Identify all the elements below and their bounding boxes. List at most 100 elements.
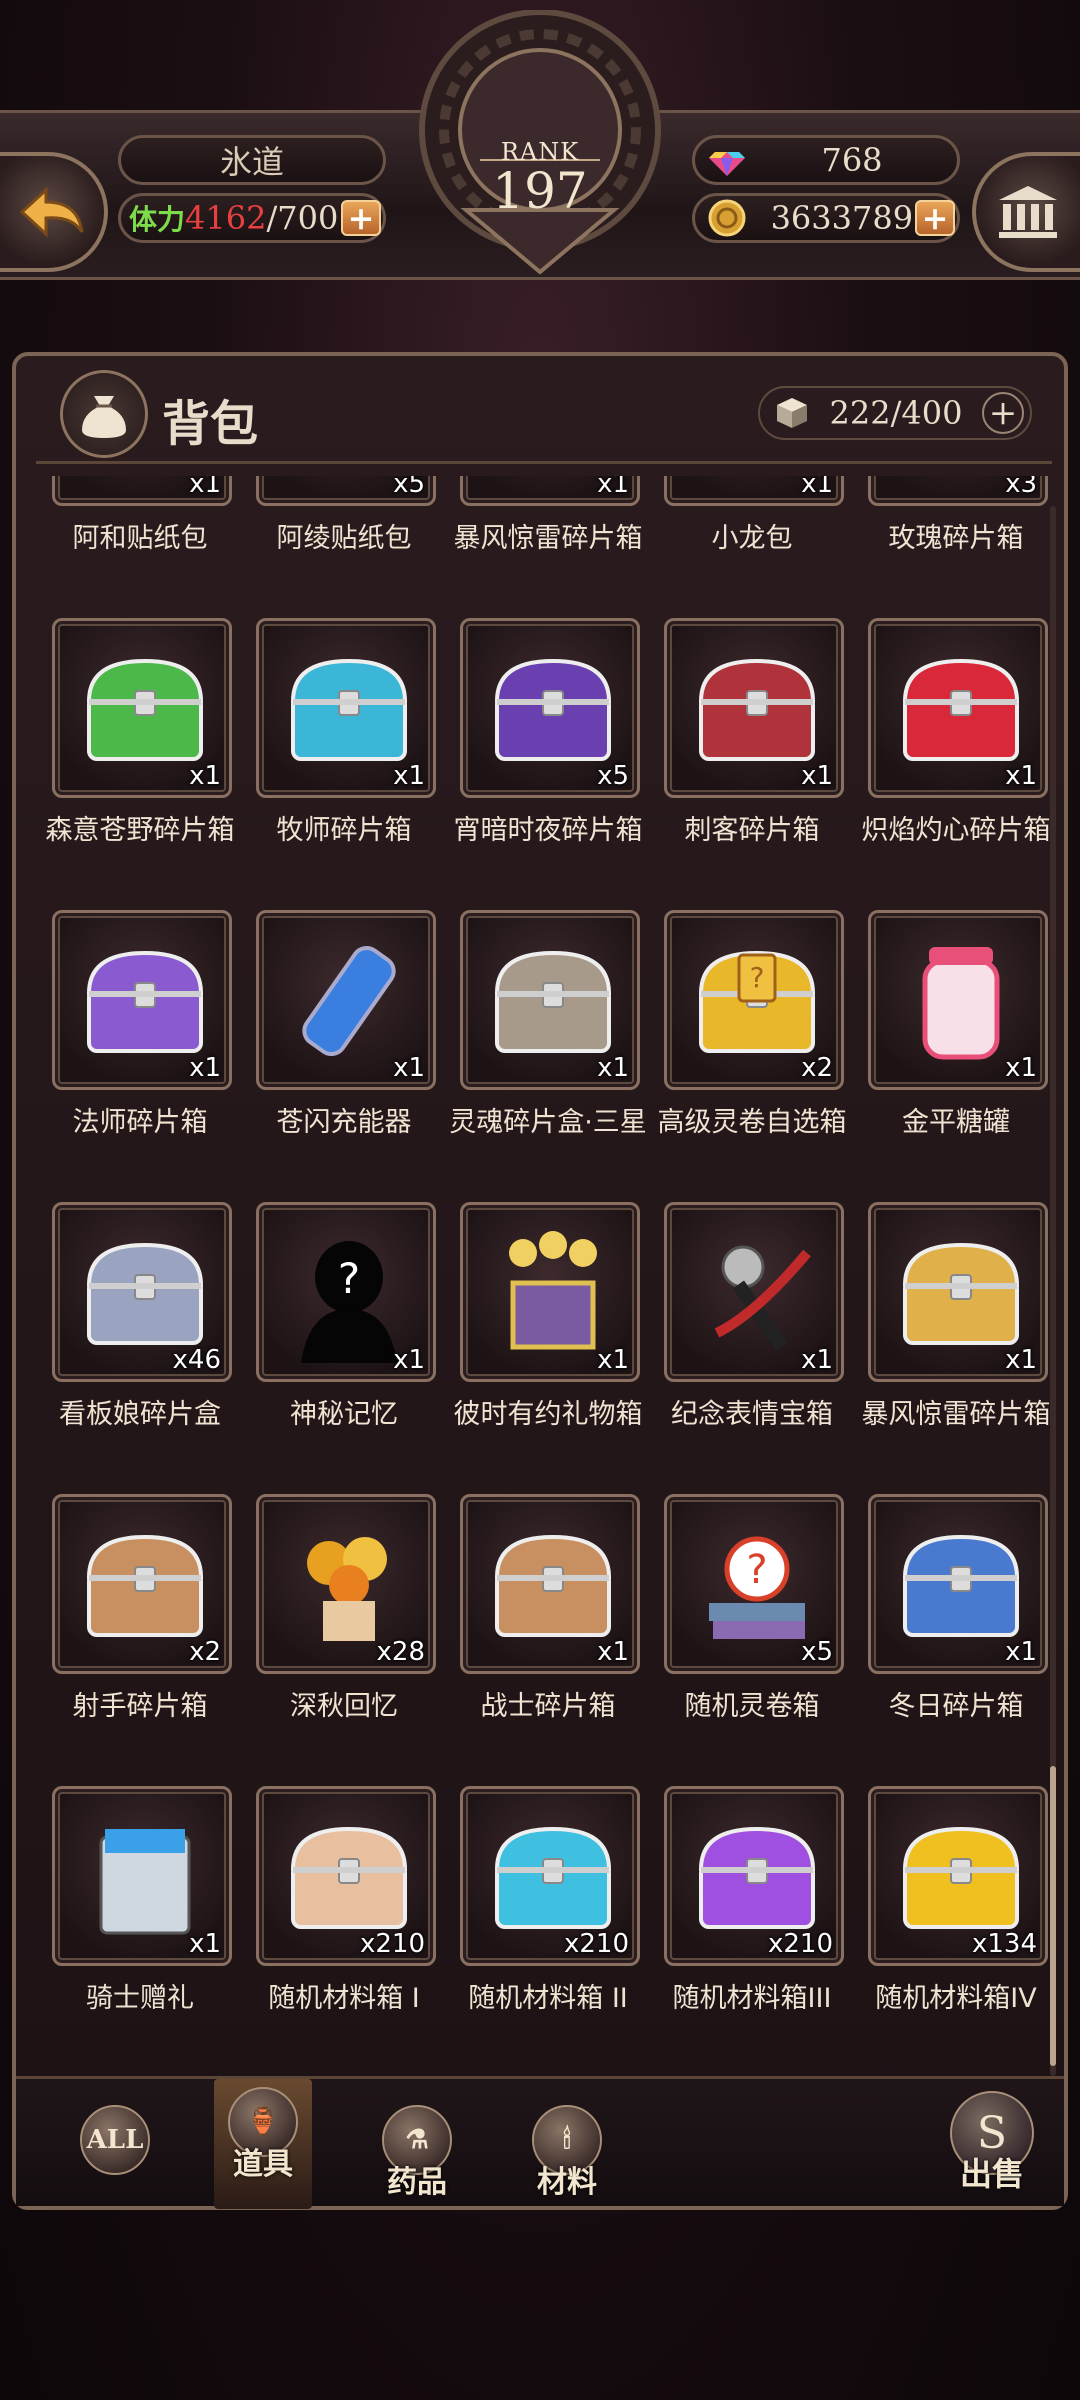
item-tile[interactable]: ? x2: [664, 910, 844, 1090]
item-slot[interactable]: ? x2 高级灵卷自选箱: [650, 910, 854, 1148]
item-tile[interactable]: x1: [256, 618, 436, 798]
item-tile[interactable]: x5: [256, 476, 436, 506]
item-slot[interactable]: ? x1 神秘记忆: [242, 1202, 446, 1440]
item-tile[interactable]: x1: [460, 1202, 640, 1382]
item-tile[interactable]: x134: [868, 1786, 1048, 1966]
item-tile[interactable]: ? x1: [256, 1202, 436, 1382]
flower-bouquet-icon: [307, 1537, 387, 1641]
item-tile[interactable]: x2: [52, 1494, 232, 1674]
item-grid-viewport[interactable]: x1 阿和贴纸包 x5 阿绫贴纸包 x1 暴风惊雷碎片箱 x1 小龙包 x3 玫瑰碎片箱 x1 森意苍…: [16, 476, 1064, 2076]
item-quantity: x46: [172, 1345, 221, 1375]
item-slot[interactable]: x1 小龙包: [650, 476, 854, 564]
tab-materials-label: 材料: [537, 2165, 597, 2200]
item-slot[interactable]: x1 苍闪充能器: [242, 910, 446, 1148]
gem-icon: [709, 152, 745, 176]
item-tile[interactable]: x210: [460, 1786, 640, 1966]
chest-thunder-icon: [902, 1242, 1020, 1345]
item-tile[interactable]: x1: [52, 618, 232, 798]
item-tile[interactable]: x46: [52, 1202, 232, 1382]
item-slot[interactable]: x210 随机材料箱 II: [446, 1786, 650, 2024]
item-tile[interactable]: x3: [868, 476, 1048, 506]
item-quantity: x2: [189, 1637, 221, 1667]
item-slot[interactable]: x3 玫瑰碎片箱: [854, 476, 1058, 564]
book-stack-question-icon: ?: [709, 1536, 805, 1639]
item-name: 随机灵卷箱: [684, 1691, 820, 1722]
item-quantity: x28: [376, 1637, 425, 1667]
add-stamina-button[interactable]: +: [341, 200, 381, 236]
tab-potions[interactable]: ⚗ 药品: [368, 2097, 466, 2207]
item-tile[interactable]: x1: [460, 1494, 640, 1674]
item-slot[interactable]: x1 阿和贴纸包: [38, 476, 242, 564]
item-tile[interactable]: x5: [460, 618, 640, 798]
scrollbar[interactable]: [1050, 506, 1056, 2076]
tab-materials[interactable]: 🕯 材料: [518, 2097, 616, 2207]
item-tile[interactable]: x1: [868, 618, 1048, 798]
item-name: 森意苍野碎片箱: [45, 815, 235, 846]
item-quantity: x1: [597, 1345, 629, 1375]
gold-bar: 36337896 +: [692, 193, 960, 243]
item-quantity: x5: [597, 761, 629, 791]
item-slot[interactable]: x1 骑士赠礼: [38, 1786, 242, 2024]
item-quantity: x1: [801, 1345, 833, 1375]
item-slot[interactable]: x1 法师碎片箱: [38, 910, 242, 1148]
item-name: 看板娘碎片盒: [59, 1399, 221, 1430]
item-slot[interactable]: x1 牧师碎片箱: [242, 618, 446, 856]
tab-all[interactable]: ALL: [66, 2097, 164, 2207]
item-tile[interactable]: x1: [460, 910, 640, 1090]
item-tile[interactable]: x1: [52, 1786, 232, 1966]
microphone-icon: [714, 1245, 811, 1351]
item-slot[interactable]: x5 宵暗时夜碎片箱: [446, 618, 650, 856]
expand-capacity-button[interactable]: +: [982, 392, 1024, 434]
item-slot[interactable]: x1 刺客碎片箱: [650, 618, 854, 856]
item-slot[interactable]: x1 彼时有约礼物箱: [446, 1202, 650, 1440]
svg-text:?: ?: [750, 961, 765, 994]
item-slot[interactable]: x210 随机材料箱 I: [242, 1786, 446, 2024]
item-tile[interactable]: x1: [52, 476, 232, 506]
home-button[interactable]: [972, 152, 1080, 272]
item-name: 灵魂碎片盒·三星: [449, 1107, 647, 1138]
add-gold-button[interactable]: +: [915, 200, 955, 236]
tab-potions-label: 药品: [387, 2165, 447, 2200]
item-tile[interactable]: x1: [460, 476, 640, 506]
item-name: 纪念表情宝箱: [671, 1399, 833, 1430]
item-slot[interactable]: x28 深秋回忆: [242, 1494, 446, 1732]
item-tile[interactable]: x1: [868, 1202, 1048, 1382]
item-tile[interactable]: x28: [256, 1494, 436, 1674]
item-slot[interactable]: x1 冬日碎片箱: [854, 1494, 1058, 1732]
item-slot[interactable]: x1 暴风惊雷碎片箱: [854, 1202, 1058, 1440]
item-slot[interactable]: x134 随机材料箱IV: [854, 1786, 1058, 2024]
item-quantity: x210: [359, 1929, 425, 1959]
bag-header: 背包 222/400 +: [36, 356, 1052, 464]
item-slot[interactable]: x1 金平糖罐: [854, 910, 1058, 1148]
item-tile[interactable]: x1: [256, 910, 436, 1090]
item-quantity: x1: [801, 761, 833, 791]
item-slot[interactable]: ? x5 随机灵卷箱: [650, 1494, 854, 1732]
item-slot[interactable]: x46 看板娘碎片盒: [38, 1202, 242, 1440]
scrollbar-thumb[interactable]: [1050, 1766, 1056, 2066]
item-tile[interactable]: x1: [664, 1202, 844, 1382]
item-slot[interactable]: x1 灵魂碎片盒·三星: [446, 910, 650, 1148]
tab-items-label: 道具: [233, 2147, 293, 2182]
item-slot[interactable]: x1 炽焰灼心碎片箱: [854, 618, 1058, 856]
item-tile[interactable]: x210: [664, 1786, 844, 1966]
item-slot[interactable]: x1 纪念表情宝箱: [650, 1202, 854, 1440]
item-name: 随机材料箱 I: [268, 1983, 420, 2014]
item-tile[interactable]: x1: [664, 618, 844, 798]
item-tile[interactable]: ? x5: [664, 1494, 844, 1674]
item-slot[interactable]: x1 森意苍野碎片箱: [38, 618, 242, 856]
item-slot[interactable]: x5 阿绫贴纸包: [242, 476, 446, 564]
item-quantity: x1: [189, 476, 221, 499]
item-tile[interactable]: x1: [868, 1494, 1048, 1674]
sell-button[interactable]: S 出售: [944, 2091, 1040, 2201]
item-tile[interactable]: x210: [256, 1786, 436, 1966]
chest-cyan-icon: [290, 658, 408, 761]
item-tile[interactable]: x1: [664, 476, 844, 506]
tab-items[interactable]: 🏺 道具: [214, 2079, 312, 2209]
item-quantity: x1: [189, 761, 221, 791]
item-slot[interactable]: x1 暴风惊雷碎片箱: [446, 476, 650, 564]
item-slot[interactable]: x2 射手碎片箱: [38, 1494, 242, 1732]
item-slot[interactable]: x1 战士碎片箱: [446, 1494, 650, 1732]
item-slot[interactable]: x210 随机材料箱III: [650, 1786, 854, 2024]
item-tile[interactable]: x1: [868, 910, 1048, 1090]
item-tile[interactable]: x1: [52, 910, 232, 1090]
